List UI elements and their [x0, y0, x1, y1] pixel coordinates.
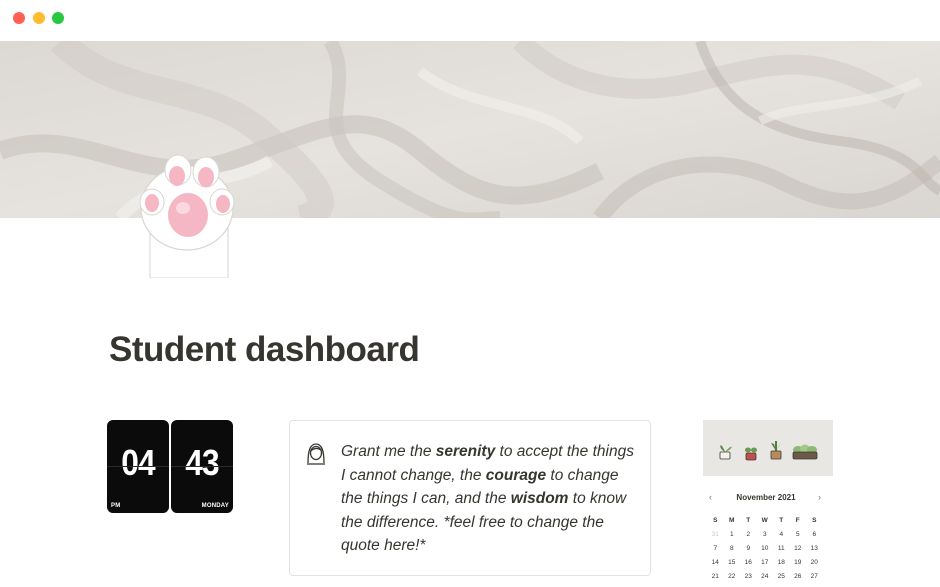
woman-face-icon[interactable]: [305, 441, 327, 465]
calendar-month-label: November 2021: [736, 493, 796, 502]
calendar-day[interactable]: 3: [757, 531, 774, 545]
calendar-day[interactable]: 10: [757, 545, 774, 559]
calendar-day[interactable]: 27: [806, 573, 823, 587]
clock-hours-card: 04 PM: [107, 420, 169, 513]
minimize-window-button[interactable]: [33, 12, 45, 24]
weekday-label: W: [761, 517, 768, 524]
calendar-week-row: 31 1 2 3 4 5 6: [707, 531, 827, 545]
calendar-day[interactable]: 17: [757, 559, 774, 573]
planter-box-icon: [791, 444, 819, 465]
calendar-day[interactable]: 15: [724, 559, 741, 573]
calendar-day[interactable]: 9: [740, 545, 757, 559]
calendar-day[interactable]: 20: [806, 559, 823, 573]
calendar-day[interactable]: 8: [724, 545, 741, 559]
close-window-button[interactable]: [13, 12, 25, 24]
window-titlebar: [0, 0, 940, 40]
zoom-window-button[interactable]: [52, 12, 64, 24]
calendar-day[interactable]: 14: [707, 559, 724, 573]
quote-emphasis: courage: [485, 466, 547, 484]
calendar-header: ‹ November 2021 ›: [703, 492, 833, 504]
weekday-label: T: [746, 517, 751, 524]
weekday-label: T: [779, 517, 784, 524]
calendar-day[interactable]: 6: [806, 531, 823, 545]
potted-plant-icon: [716, 442, 734, 465]
calendar-day[interactable]: 13: [806, 545, 823, 559]
quote-fragment: Grant me the: [341, 443, 436, 460]
weekday-label: M: [729, 517, 735, 524]
calendar-widget: ‹ November 2021 › S M T W T F S 31 1 2 3…: [703, 420, 833, 587]
clock-flip-divider: [171, 466, 233, 467]
plants-banner: [703, 420, 833, 476]
calendar-grid: S M T W T F S 31 1 2 3 4 5 6 7 8 9 10 11…: [707, 517, 827, 587]
calendar-day[interactable]: 16: [740, 559, 757, 573]
calendar-day[interactable]: 24: [757, 573, 774, 587]
calendar-day[interactable]: 12: [790, 545, 807, 559]
calendar-day[interactable]: 26: [790, 573, 807, 587]
flip-clock-widget: 04 PM 43 MONDAY: [107, 420, 234, 513]
potted-plant-icon: [767, 440, 785, 465]
quote-callout[interactable]: Grant me the serenity to accept the thin…: [289, 420, 651, 576]
calendar-day[interactable]: 18: [773, 559, 790, 573]
calendar-day[interactable]: 7: [707, 545, 724, 559]
clock-weekday: MONDAY: [201, 503, 229, 509]
clock-minutes-card: 43 MONDAY: [171, 420, 233, 513]
potted-plant-icon: [743, 445, 759, 466]
calendar-day[interactable]: 25: [773, 573, 790, 587]
quote-emphasis: serenity: [435, 443, 496, 460]
clock-hours: 04: [121, 442, 155, 483]
calendar-day[interactable]: 2: [740, 531, 757, 545]
weekday-label: F: [795, 517, 800, 524]
calendar-day[interactable]: 1: [724, 531, 741, 545]
calendar-week-row: 21 22 23 24 25 26 27: [707, 573, 827, 587]
calendar-day[interactable]: 11: [773, 545, 790, 559]
weekday-label: S: [713, 517, 718, 524]
calendar-day[interactable]: 22: [724, 573, 741, 587]
calendar-week-row: 7 8 9 10 11 12 13: [707, 545, 827, 559]
calendar-day[interactable]: 23: [740, 573, 757, 587]
page-title[interactable]: Student dashboard: [109, 330, 420, 370]
quote-text[interactable]: Grant me the serenity to accept the thin…: [341, 440, 641, 558]
cat-paw-drawing: [139, 154, 235, 279]
calendar-day[interactable]: 21: [707, 573, 724, 587]
calendar-day[interactable]: 19: [790, 559, 807, 573]
quote-emphasis: wisdom: [510, 490, 569, 507]
calendar-day[interactable]: 4: [773, 531, 790, 545]
calendar-weekday-row: S M T W T F S: [707, 517, 827, 531]
clock-minutes: 43: [185, 442, 219, 483]
clock-meridiem: PM: [111, 503, 121, 509]
next-month-button[interactable]: ›: [818, 492, 821, 502]
calendar-week-row: 14 15 16 17 18 19 20: [707, 559, 827, 573]
calendar-day[interactable]: 31: [707, 531, 724, 545]
woman-face-drawing: [307, 443, 325, 465]
calendar-day[interactable]: 5: [790, 531, 807, 545]
weekday-label: S: [812, 517, 817, 524]
clock-flip-divider: [107, 466, 169, 467]
cat-paw-icon[interactable]: [136, 148, 236, 279]
